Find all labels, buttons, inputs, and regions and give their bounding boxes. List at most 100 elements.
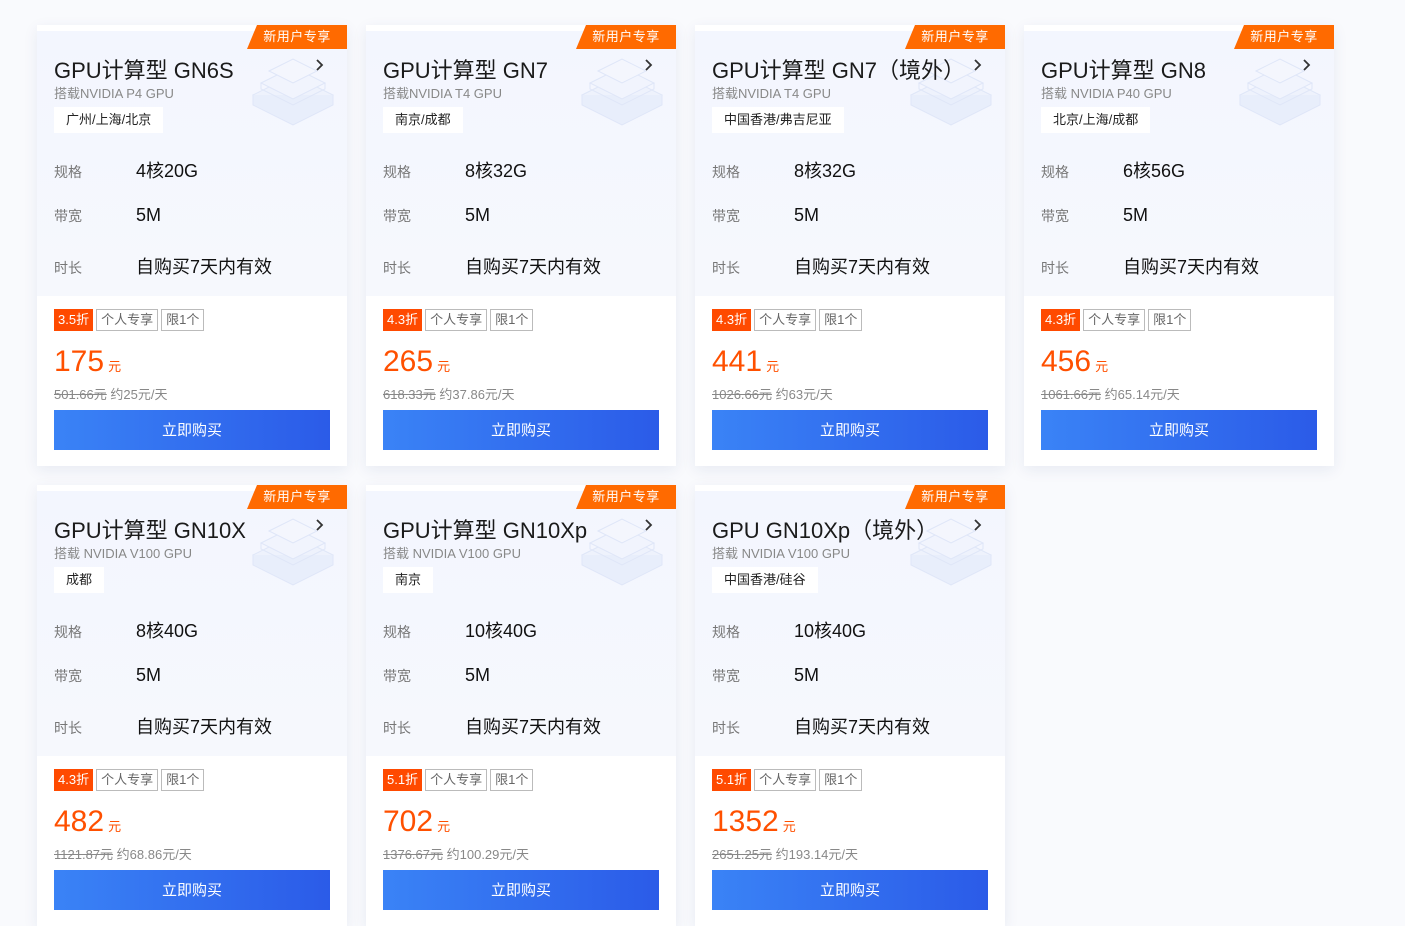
gpu-subtitle: 搭载NVIDIA T4 GPU [383, 86, 502, 101]
price-value: 265 [383, 345, 434, 378]
promo-tags: 5.1折 个人专享 限1个 [383, 769, 534, 791]
limit-one-tag: 限1个 [819, 769, 863, 791]
duration-value: 自购买7天内有效 [794, 257, 931, 277]
per-day-price: 约25元/天 [110, 387, 168, 402]
product-title[interactable]: GPU计算型 GN6S [54, 53, 234, 85]
buy-now-button[interactable]: 立即购买 [712, 870, 988, 910]
promo-tags: 4.3折 个人专享 限1个 [383, 309, 534, 331]
bandwidth-row: 带宽 5M [54, 205, 161, 226]
gpu-subtitle: 搭载 NVIDIA V100 GPU [383, 546, 521, 561]
duration-value: 自购买7天内有效 [465, 257, 602, 277]
duration-label: 时长 [1041, 260, 1069, 276]
spec-value: 10核40G [794, 621, 867, 641]
price-value: 175 [54, 345, 105, 378]
duration-row: 时长 自购买7天内有效 [712, 253, 930, 279]
gpu-subtitle: 搭载 NVIDIA P40 GPU [1041, 86, 1172, 101]
duration-row: 时长 自购买7天内有效 [54, 713, 272, 739]
bandwidth-value: 5M [794, 205, 820, 225]
product-title[interactable]: GPU计算型 GN10X [54, 513, 246, 545]
bandwidth-row: 带宽 5M [54, 665, 161, 686]
new-user-ribbon: 新用户专享 [576, 25, 676, 49]
duration-row: 时长 自购买7天内有效 [1041, 253, 1259, 279]
spec-value: 4核20G [136, 161, 199, 181]
product-card[interactable]: 新用户专享 GPU计算型 GN7（境外） 搭载NVIDIA T4 GPU 中国香… [695, 25, 1005, 466]
bandwidth-value: 5M [465, 205, 491, 225]
bandwidth-label: 带宽 [1041, 208, 1069, 224]
buy-now-button[interactable]: 立即购买 [54, 410, 330, 450]
price: 1352 元 [712, 805, 796, 839]
product-card[interactable]: 新用户专享 GPU计算型 GN7 搭载NVIDIA T4 GPU 南京/成都 规… [366, 25, 676, 466]
product-title[interactable]: GPU计算型 GN10Xp [383, 513, 587, 545]
new-user-ribbon: 新用户专享 [905, 485, 1005, 509]
price-value: 702 [383, 805, 434, 838]
personal-exclusive-tag: 个人专享 [754, 309, 817, 331]
chevron-right-icon[interactable] [971, 58, 985, 72]
buy-now-button[interactable]: 立即购买 [54, 870, 330, 910]
personal-exclusive-tag: 个人专享 [1083, 309, 1146, 331]
product-card[interactable]: 新用户专享 GPU计算型 GN6S 搭载NVIDIA P4 GPU 广州/上海/… [37, 25, 347, 466]
discount-badge: 5.1折 [383, 769, 423, 791]
original-price-line: 1026.66元 约63元/天 [712, 384, 833, 403]
gpu-subtitle: 搭载NVIDIA T4 GPU [712, 86, 831, 101]
original-price-line: 501.66元 约25元/天 [54, 384, 167, 403]
buy-now-button[interactable]: 立即购买 [383, 410, 659, 450]
chevron-right-icon[interactable] [313, 518, 327, 532]
personal-exclusive-tag: 个人专享 [754, 769, 817, 791]
original-price: 1376.67元 [383, 847, 443, 862]
price-value: 441 [712, 345, 763, 378]
per-day-price: 约68.86元/天 [116, 847, 192, 862]
original-price: 1026.66元 [712, 387, 772, 402]
chevron-right-icon[interactable] [642, 58, 656, 72]
product-title[interactable]: GPU计算型 GN7（境外） [712, 53, 965, 85]
discount-badge: 5.1折 [712, 769, 752, 791]
region-badge: 南京/成都 [383, 107, 463, 133]
chevron-right-icon[interactable] [971, 518, 985, 532]
per-day-price: 约65.14元/天 [1104, 387, 1180, 402]
bandwidth-row: 带宽 5M [712, 665, 819, 686]
product-card[interactable]: 新用户专享 GPU计算型 GN10X 搭载 NVIDIA V100 GPU 成都… [37, 485, 347, 926]
duration-value: 自购买7天内有效 [465, 717, 602, 737]
product-title[interactable]: GPU计算型 GN8 [1041, 53, 1206, 85]
spec-label: 规格 [1041, 164, 1069, 180]
buy-now-button[interactable]: 立即购买 [712, 410, 988, 450]
promo-tags: 4.3折 个人专享 限1个 [54, 769, 205, 791]
buy-now-button[interactable]: 立即购买 [383, 870, 659, 910]
spec-label: 规格 [712, 164, 740, 180]
personal-exclusive-tag: 个人专享 [425, 769, 488, 791]
chevron-right-icon[interactable] [313, 58, 327, 72]
spec-value: 10核40G [465, 621, 538, 641]
product-card[interactable]: 新用户专享 GPU计算型 GN8 搭载 NVIDIA P40 GPU 北京/上海… [1024, 25, 1334, 466]
original-price: 618.33元 [383, 387, 436, 402]
price-unit: 元 [437, 359, 451, 374]
duration-value: 自购买7天内有效 [794, 717, 931, 737]
chevron-right-icon[interactable] [642, 518, 656, 532]
region-badge: 中国香港/硅谷 [712, 567, 818, 593]
bandwidth-label: 带宽 [54, 668, 82, 684]
gpu-subtitle: 搭载 NVIDIA V100 GPU [712, 546, 850, 561]
spec-label: 规格 [712, 624, 740, 640]
price: 265 元 [383, 345, 450, 379]
product-card[interactable]: 新用户专享 GPU GN10Xp（境外） 搭载 NVIDIA V100 GPU … [695, 485, 1005, 926]
price: 441 元 [712, 345, 779, 379]
bandwidth-value: 5M [136, 665, 162, 685]
personal-exclusive-tag: 个人专享 [96, 309, 159, 331]
bandwidth-row: 带宽 5M [712, 205, 819, 226]
price: 482 元 [54, 805, 121, 839]
spec-row: 规格 8核40G [54, 617, 198, 643]
limit-one-tag: 限1个 [1148, 309, 1192, 331]
duration-value: 自购买7天内有效 [136, 257, 273, 277]
chevron-right-icon[interactable] [1300, 58, 1314, 72]
new-user-ribbon: 新用户专享 [905, 25, 1005, 49]
region-badge: 北京/上海/成都 [1041, 107, 1151, 133]
original-price-line: 1376.67元 约100.29元/天 [383, 844, 529, 863]
buy-now-button[interactable]: 立即购买 [1041, 410, 1317, 450]
product-title[interactable]: GPU计算型 GN7 [383, 53, 548, 85]
per-day-price: 约63元/天 [775, 387, 833, 402]
duration-row: 时长 自购买7天内有效 [712, 713, 930, 739]
price-value: 482 [54, 805, 105, 838]
product-card[interactable]: 新用户专享 GPU计算型 GN10Xp 搭载 NVIDIA V100 GPU 南… [366, 485, 676, 926]
product-title[interactable]: GPU GN10Xp（境外） [712, 513, 938, 545]
discount-badge: 4.3折 [54, 769, 94, 791]
duration-label: 时长 [712, 260, 740, 276]
limit-one-tag: 限1个 [161, 769, 205, 791]
